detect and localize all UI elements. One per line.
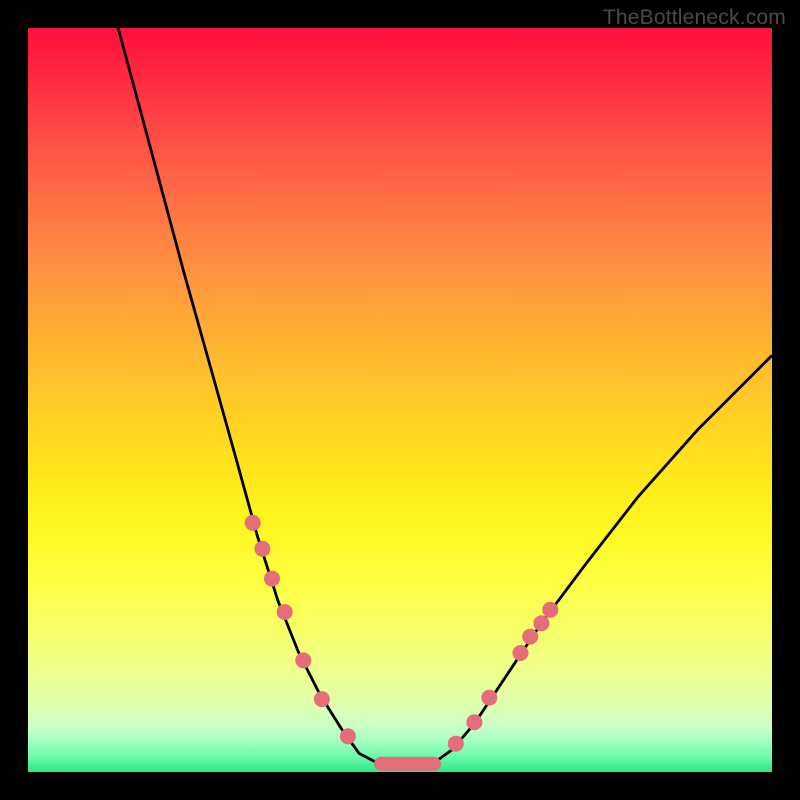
data-marker (340, 728, 356, 744)
watermark-text: TheBottleneck.com (603, 6, 786, 30)
data-marker (542, 602, 558, 618)
data-marker (481, 690, 497, 706)
data-marker (466, 714, 482, 730)
bottom-marker-bar (374, 757, 441, 771)
data-marker (513, 645, 529, 661)
chart-root: TheBottleneck.com (0, 0, 800, 800)
data-marker (522, 629, 538, 645)
data-marker (448, 736, 464, 752)
data-marker (245, 515, 261, 531)
data-marker (277, 604, 293, 620)
chart-svg (28, 28, 772, 772)
bottleneck-curve (106, 28, 772, 765)
data-marker (254, 541, 270, 557)
data-marker (314, 691, 330, 707)
data-marker (295, 652, 311, 668)
markers-group (245, 515, 559, 771)
data-marker (533, 615, 549, 631)
data-marker (264, 571, 280, 587)
curve-group (106, 28, 772, 765)
